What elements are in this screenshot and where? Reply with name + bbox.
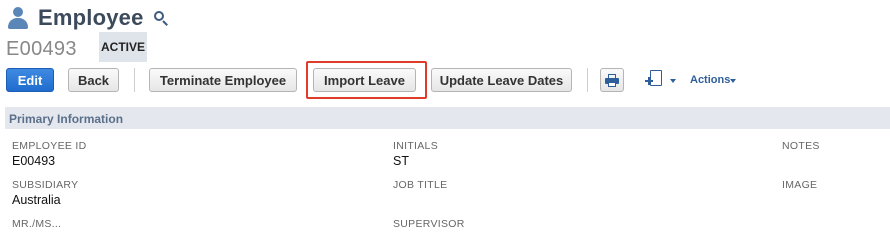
chevron-down-icon — [730, 79, 736, 83]
actions-label: Actions — [690, 74, 731, 86]
print-icon — [605, 74, 619, 87]
print-button[interactable] — [600, 68, 624, 92]
new-document-icon — [645, 70, 662, 86]
initials-label: INITIALS — [393, 140, 438, 152]
subsidiary-label: SUBSIDIARY — [12, 179, 79, 191]
notes-label: NOTES — [782, 140, 820, 152]
image-label: IMAGE — [782, 179, 818, 191]
employee-id-label: EMPLOYEE ID — [12, 140, 87, 152]
subsidiary-value: Australia — [12, 193, 61, 207]
back-button[interactable]: Back — [68, 68, 119, 92]
highlight-box — [306, 61, 427, 99]
toolbar: Edit Back Terminate Employee Import Leav… — [0, 0, 890, 100]
toolbar-separator — [587, 68, 588, 92]
update-leave-dates-button[interactable]: Update Leave Dates — [431, 68, 572, 92]
edit-button[interactable]: Edit — [6, 68, 54, 92]
mr-ms-label: MR./MS... — [12, 218, 62, 230]
section-primary-information[interactable]: Primary Information — [5, 107, 890, 129]
toolbar-separator — [134, 68, 135, 92]
initials-value: ST — [393, 154, 409, 168]
chevron-down-icon — [670, 79, 676, 83]
new-document-menu[interactable] — [645, 70, 678, 92]
employee-id-value: E00493 — [12, 154, 56, 168]
terminate-employee-button[interactable]: Terminate Employee — [149, 68, 297, 92]
job-title-label: JOB TITLE — [393, 179, 448, 191]
actions-menu[interactable]: Actions — [690, 74, 736, 86]
supervisor-label: SUPERVISOR — [393, 218, 465, 230]
